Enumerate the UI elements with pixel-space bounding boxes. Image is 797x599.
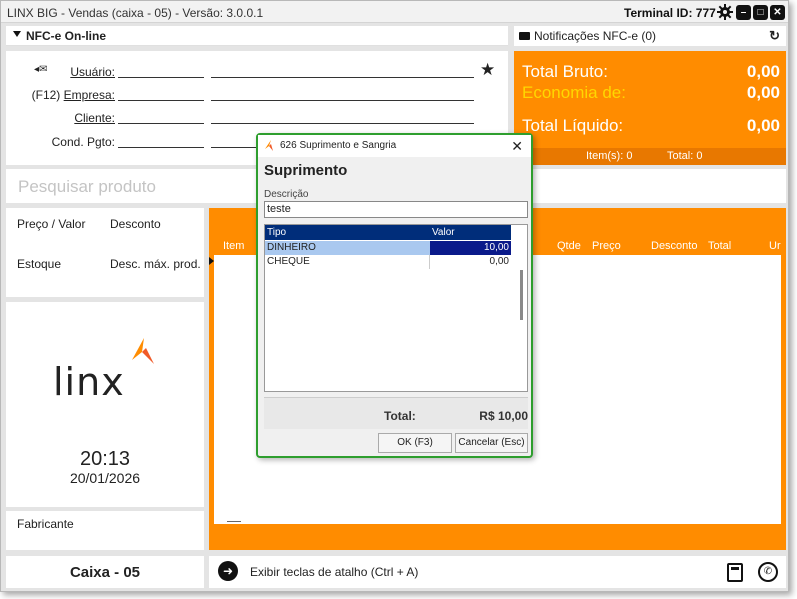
desconto-label: Desconto: [110, 217, 161, 231]
whatsapp-icon[interactable]: ✆: [758, 562, 778, 582]
caixa-panel: Caixa - 05: [6, 556, 204, 588]
descricao-input[interactable]: teste: [264, 201, 528, 218]
cliente-code-field[interactable]: [118, 123, 204, 124]
nfce-status-header[interactable]: NFC-e On-line: [6, 26, 508, 46]
col-preco: Preço: [592, 240, 621, 252]
totals-summary-bar: Item(s): 0 Total: 0: [514, 148, 786, 165]
col-tipo: Tipo: [267, 227, 287, 238]
fabricante-label: Fabricante: [17, 517, 74, 531]
fabricante-panel: Fabricante: [6, 511, 204, 550]
total-bruto-value: 0,00: [746, 62, 780, 81]
refresh-icon[interactable]: ↻: [769, 28, 780, 44]
ok-button[interactable]: OK (F3): [378, 433, 452, 453]
linx-app-icon: [265, 140, 273, 151]
minimize-button[interactable]: –: [736, 5, 751, 20]
valor-cell[interactable]: 0,00: [430, 255, 511, 269]
empresa-row: (F12) Empresa:: [6, 86, 508, 104]
economia-row: Economia de: 0,00: [522, 83, 780, 103]
linx-logo-mark-icon: [132, 338, 154, 364]
arrow-right-icon[interactable]: ➜: [218, 561, 238, 581]
shortcuts-link[interactable]: Exibir teclas de atalho (Ctrl + A): [250, 565, 418, 579]
totals-panel: Total Bruto: 0,00 Economia de: 0,00 Tota…: [514, 51, 786, 165]
cliente-row: Cliente:: [6, 109, 508, 127]
linx-logo: linx: [53, 360, 125, 404]
desc-max-label: Desc. máx. prod.: [110, 257, 201, 271]
total-liquido-value: 0,00: [746, 116, 780, 135]
chevron-down-icon: [13, 31, 21, 37]
col-total: Total: [708, 240, 732, 252]
window-title: LINX BIG - Vendas (caixa - 05) - Versão:…: [7, 6, 264, 20]
economia-value: 0,00: [746, 83, 780, 102]
col-qtde: Qtde: [557, 240, 581, 252]
close-button[interactable]: ✕: [770, 5, 785, 20]
usuario-name-field[interactable]: [211, 77, 474, 78]
shortcuts-bar: ➜ Exibir teclas de atalho (Ctrl + A) ✆: [209, 556, 786, 588]
notifications-label: Notificações NFC-e (0): [534, 29, 657, 43]
valor-cell[interactable]: 10,00: [430, 241, 511, 255]
dialog-title-bar: 626 Suprimento e Sangria ✕: [258, 135, 531, 157]
dialog-total-bar: Total: R$ 10,00: [264, 397, 528, 429]
caixa-label: Caixa - 05: [69, 564, 141, 581]
tipo-cell: DINHEIRO: [265, 241, 430, 255]
descricao-label: Descrição: [264, 189, 309, 200]
gear-icon[interactable]: [717, 4, 733, 20]
app-window: LINX BIG - Vendas (caixa - 05) - Versão:…: [0, 0, 789, 592]
table-scrollbar[interactable]: [520, 240, 523, 390]
total-bruto-label: Total Bruto:: [522, 62, 608, 81]
search-placeholder: Pesquisar produto: [18, 177, 156, 196]
empresa-name-field[interactable]: [211, 100, 474, 101]
suprimento-dialog: 626 Suprimento e Sangria ✕ Suprimento De…: [256, 133, 533, 458]
terminal-id: Terminal ID: 777: [624, 6, 716, 20]
cliente-label: Cliente:: [74, 111, 115, 125]
estoque-label: Estoque: [17, 257, 62, 271]
usuario-row: Usuário:: [6, 63, 508, 81]
dialog-heading: Suprimento: [264, 162, 348, 179]
col-valor: Valor: [432, 227, 455, 238]
table-row[interactable]: CHEQUE 0,00: [265, 255, 511, 269]
usuario-code-field[interactable]: [118, 77, 204, 78]
dialog-total-value: R$ 10,00: [479, 409, 528, 423]
dialog-total-label: Total:: [384, 409, 416, 423]
total-liquido-label: Total Líquido:: [522, 116, 624, 135]
clock-time: 20:13: [79, 448, 131, 470]
cond-pgto-label: Cond. Pgto:: [51, 135, 115, 149]
cliente-name-field[interactable]: [211, 123, 474, 124]
message-icon: [519, 32, 530, 40]
col-desconto: Desconto: [651, 240, 698, 252]
cond-pgto-code-field[interactable]: [118, 147, 204, 148]
empresa-label: Empresa:: [63, 88, 115, 102]
dialog-close-icon[interactable]: ✕: [511, 138, 523, 155]
cancel-button[interactable]: Cancelar (Esc): [455, 433, 528, 453]
maximize-button[interactable]: □: [753, 5, 768, 20]
empresa-code-field[interactable]: [118, 100, 204, 101]
col-ur: Ur: [769, 240, 781, 252]
preco-valor-label: Preço / Valor: [17, 217, 86, 231]
total-bruto-row: Total Bruto: 0,00: [522, 62, 780, 82]
dialog-title: 626 Suprimento e Sangria: [280, 140, 397, 151]
price-info-panel: Preço / Valor Desconto Estoque Desc. máx…: [6, 208, 204, 297]
clock-date: 20/01/2026: [69, 470, 141, 486]
grid-footer-divider: [227, 521, 241, 522]
star-icon[interactable]: ★: [480, 60, 495, 80]
item-count: Item(s): 0: [586, 150, 633, 162]
usuario-label: Usuário:: [70, 65, 115, 79]
total-count: Total: 0: [667, 150, 703, 162]
economia-label: Economia de:: [522, 83, 626, 102]
nfce-status-label: NFC-e On-line: [26, 29, 106, 43]
payment-types-table: Tipo Valor DINHEIRO 10,00 CHEQUE 0,00: [264, 224, 528, 392]
empresa-shortcut: (F12): [31, 88, 61, 102]
notifications-header[interactable]: Notificações NFC-e (0) ↻: [514, 26, 786, 46]
calculator-icon[interactable]: [727, 563, 743, 582]
title-bar: LINX BIG - Vendas (caixa - 05) - Versão:…: [1, 1, 788, 23]
brand-panel: linx 20:13 20/01/2026: [6, 302, 204, 507]
table-header: Tipo Valor: [265, 225, 511, 240]
total-liquido-row: Total Líquido: 0,00: [522, 116, 780, 136]
tipo-cell: CHEQUE: [267, 256, 310, 267]
table-row[interactable]: DINHEIRO 10,00: [265, 241, 511, 255]
col-item: Item: [223, 240, 245, 252]
